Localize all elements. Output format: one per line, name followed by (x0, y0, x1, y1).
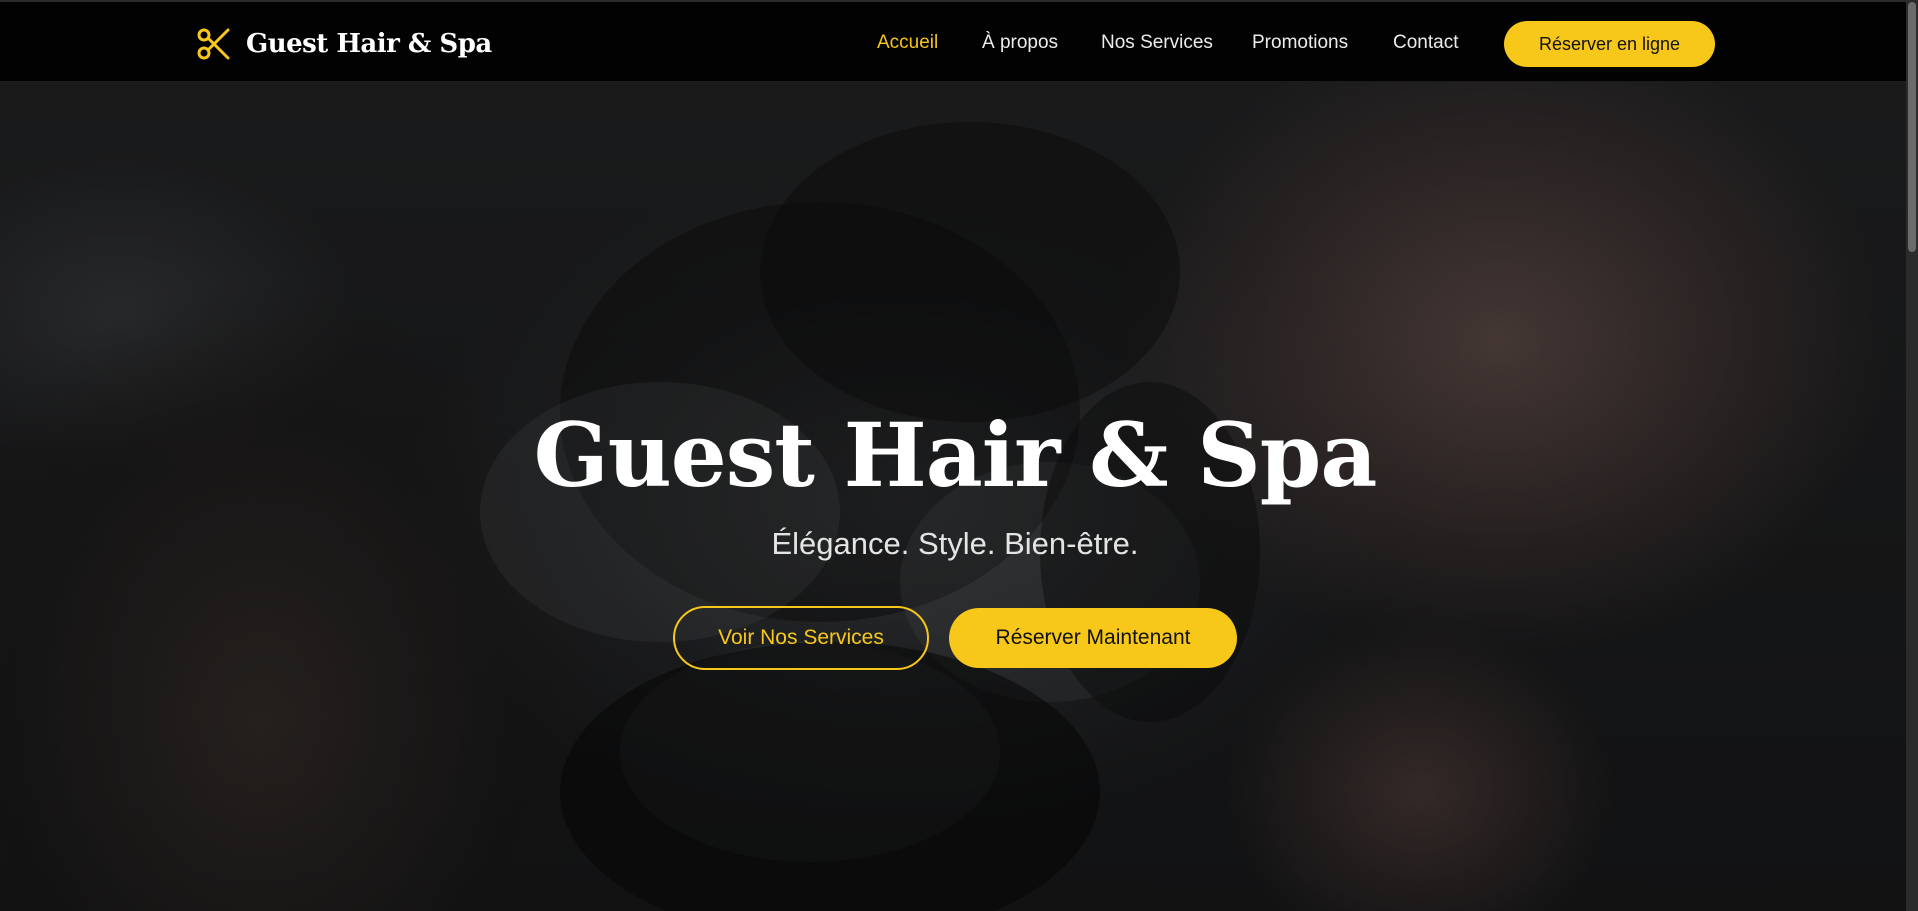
page-scrollbar[interactable] (1906, 0, 1918, 911)
nav-link-promotions[interactable]: Promotions (1252, 32, 1348, 54)
hero-title: Guest Hair & Spa (533, 403, 1378, 507)
nav-link-nos-services[interactable]: Nos Services (1101, 32, 1213, 54)
book-online-button[interactable]: Réserver en ligne (1504, 21, 1715, 67)
nav-link-a-propos[interactable]: À propos (982, 32, 1058, 54)
site-header: Guest Hair & Spa Accueil À propos Nos Se… (0, 0, 1918, 82)
nav-link-accueil[interactable]: Accueil (877, 32, 938, 54)
book-now-button[interactable]: Réserver Maintenant (949, 608, 1237, 668)
view-services-button[interactable]: Voir Nos Services (673, 606, 929, 670)
scissors-icon (196, 26, 232, 62)
hero-subtitle: Élégance. Style. Bien-être. (771, 526, 1139, 561)
brand-name: Guest Hair & Spa (246, 29, 492, 59)
brand-logo[interactable]: Guest Hair & Spa (196, 24, 492, 64)
nav-link-contact[interactable]: Contact (1393, 32, 1458, 54)
scrollbar-thumb[interactable] (1908, 2, 1916, 252)
